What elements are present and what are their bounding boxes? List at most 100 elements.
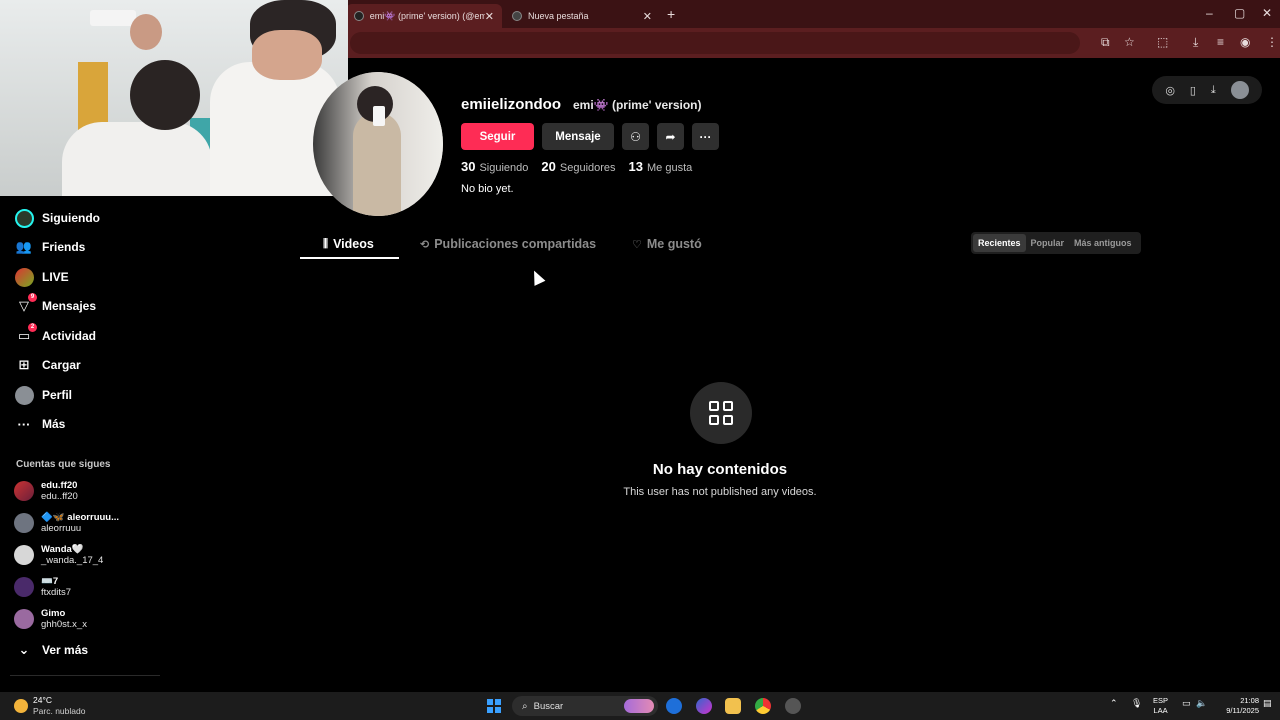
sidebar-item-activity[interactable]: ▭ 2 Actividad [14,323,97,347]
account-username: _wanda._17_4 [41,555,104,566]
weather-widget[interactable]: 24°C Parc. nublado [14,695,85,717]
search-icon: ⌕ [522,700,528,712]
tab-liked[interactable]: ♡ Me gustó [632,237,702,251]
sidebar-item-more[interactable]: ··· Más [14,413,66,435]
search-placeholder: Buscar [533,700,564,712]
followed-account[interactable]: edu.ff20 edu..ff20 [14,480,78,502]
sidebar-item-label: Mensajes [42,299,97,313]
account-name: edu.ff20 [41,480,78,491]
stat-label: Siguiendo [479,162,529,174]
sidebar-item-label: Actividad [42,329,97,343]
edge-icon[interactable] [666,698,682,714]
extensions-icon[interactable]: ⬚ [1157,35,1168,49]
file-explorer-icon[interactable] [725,698,741,714]
tiktok-favicon-icon [354,11,364,21]
browser-tab-new[interactable]: Nueva pestaña ✕ [504,4,660,28]
following-avatar-icon [14,208,34,228]
language-indicator[interactable]: ESP LAA [1153,696,1168,716]
weather-temp: 24°C [33,695,52,705]
tab-reposts[interactable]: ⟲ Publicaciones compartidas [420,237,596,251]
avatar [14,481,34,501]
profile-stats: 30 Siguiendo 20 Seguidores 13 Me gusta [461,159,705,174]
followed-account[interactable]: 🔷🦋 aleorruuu... aleorruuu [14,512,119,534]
see-more-button[interactable]: ⌄ Ver más [14,639,89,661]
tab-label: Me gustó [646,237,702,251]
profile-avatar-icon[interactable]: ◉ [1240,35,1250,49]
language-code: ESP [1153,696,1169,705]
followed-account[interactable]: ⌨️7 ftxdits7 [14,576,71,598]
download-icon[interactable]: ⤓ [1211,84,1216,97]
bookmark-star-icon[interactable]: ☆ [1124,35,1135,49]
close-tab-icon[interactable]: ✕ [485,10,494,23]
copilot-icon[interactable] [696,698,712,714]
install-app-icon[interactable]: ⧉ [1101,35,1110,50]
network-icon[interactable]: ▭ [1182,698,1191,709]
windows-taskbar: 24°C Parc. nublado ⌕ Buscar ⌃ 🎙 ESP LAA ▭ … [0,692,1280,720]
close-tab-icon[interactable]: ✕ [643,10,652,23]
taskbar-search[interactable]: ⌕ Buscar [512,696,658,716]
empty-grid-icon [690,382,752,444]
new-tab-button[interactable]: + [667,6,675,22]
sidebar-item-following[interactable]: Siguiendo [14,207,100,229]
address-bar[interactable] [350,32,1080,54]
downloads-icon[interactable]: ⤓ [1193,35,1198,50]
minimize-icon[interactable]: – [1206,6,1213,20]
sidebar-item-profile[interactable]: Perfil [14,384,72,406]
follow-button[interactable]: Seguir [461,123,534,150]
mouse-cursor [528,268,546,286]
sort-oldest[interactable]: Más antiguos [1069,234,1137,252]
sort-recent[interactable]: Recientes [973,234,1026,252]
profile-avatar[interactable] [313,72,443,216]
account-username: aleorruuu [41,523,82,534]
sidebar-item-label: Friends [42,240,86,254]
account-name: Wanda🤍 [41,544,84,555]
app-icon[interactable] [785,698,801,714]
followed-account[interactable]: Wanda🤍 _wanda._17_4 [14,544,103,566]
chrome-icon[interactable] [755,698,771,714]
sidebar-item-label: Más [42,417,66,431]
reading-list-icon[interactable]: ≡ [1217,35,1224,49]
tab-label: Videos [333,237,374,251]
sidebar-item-label: Cargar [42,358,81,372]
browser-tab-active[interactable]: emi👾 (prime' version) (@emi… ✕ [346,4,502,28]
maximize-icon[interactable]: ▢ [1234,6,1245,20]
volume-icon[interactable]: 🔈 [1196,698,1207,709]
followers-stat[interactable]: 20 Seguidores [541,159,615,174]
messages-icon: ▽ 9 [14,293,37,316]
account-name: 🔷🦋 aleorruuu... [41,512,120,523]
active-tab-underline [300,257,399,259]
account-username: ghh0st.x_x [41,619,87,630]
notification-icon[interactable]: ▤ [1263,698,1272,709]
see-more-label: Ver más [42,643,89,657]
avatar[interactable] [1230,81,1249,99]
followed-account[interactable]: Gimo ghh0st.x_x [14,608,87,630]
tab-videos[interactable]: ⫼ Videos [323,237,374,251]
browser-tab-title: Nueva pestaña [528,11,589,21]
following-accounts-heading: Cuentas que sigues [16,459,111,470]
top-right-tools: ◎ ▯ ⤓ [1152,76,1262,104]
sidebar-item-upload[interactable]: ⊞ Cargar [14,354,81,376]
account-username: edu..ff20 [41,491,78,502]
webcam-overlay [0,0,348,196]
sidebar-item-live[interactable]: LIVE [14,266,69,288]
phone-icon[interactable]: ▯ [1190,84,1196,97]
following-stat[interactable]: 30 Siguiendo [461,159,528,174]
compass-icon[interactable]: ◎ [1165,84,1175,97]
system-clock[interactable]: 21:08 9/11/2025 [1217,696,1259,716]
grid-icon: ⫼ [323,237,329,250]
search-highlight-art [624,699,654,713]
sidebar-item-label: Perfil [42,388,73,402]
windows-start-icon[interactable] [487,699,501,713]
sidebar-item-friends[interactable]: 👥 Friends [14,236,85,258]
sidebar-item-messages[interactable]: ▽ 9 Mensajes [14,293,97,317]
microphone-icon[interactable]: 🎙 [1131,698,1142,709]
share-icon[interactable]: ➦ [657,123,684,150]
add-friend-icon[interactable]: ⚇ [622,123,649,150]
close-window-icon[interactable]: ✕ [1262,6,1272,20]
sort-popular[interactable]: Popular [1026,234,1070,252]
message-button[interactable]: Mensaje [542,123,614,150]
tray-chevron-icon[interactable]: ⌃ [1110,698,1118,709]
profile-bio: No bio yet. [461,183,514,195]
more-options-icon[interactable]: ··· [692,123,719,150]
menu-icon[interactable]: ⋮ [1266,35,1278,49]
